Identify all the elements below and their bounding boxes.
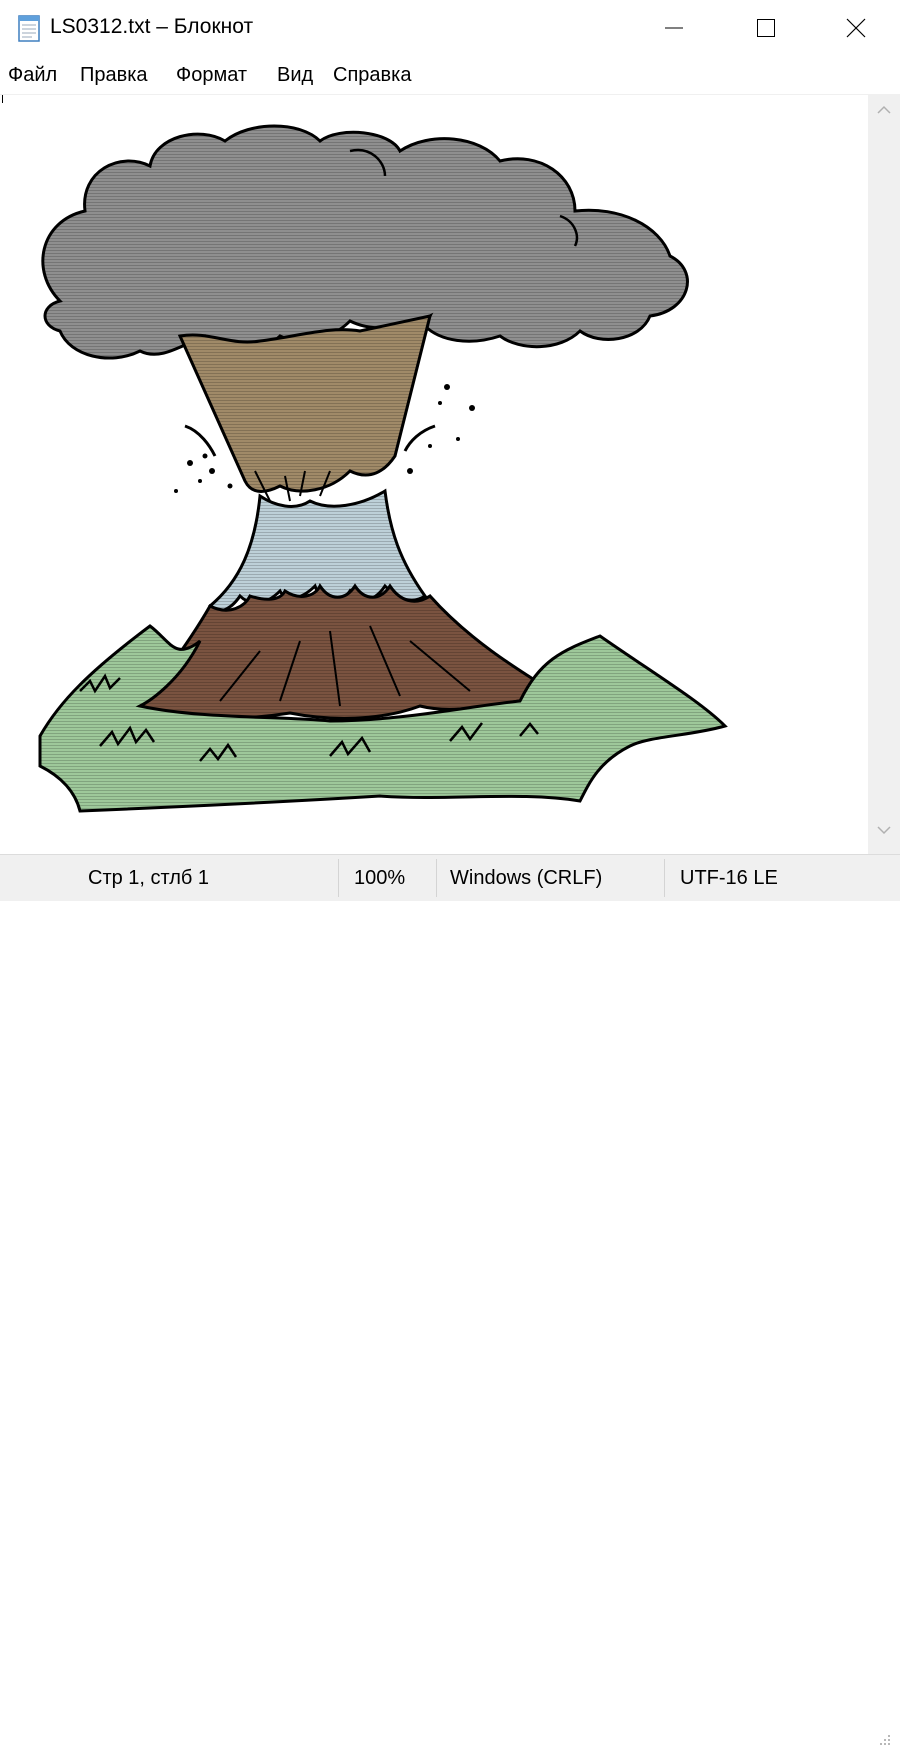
volcano-mountain: [137, 583, 565, 720]
scroll-down-icon[interactable]: [876, 824, 892, 836]
minimize-icon: [665, 27, 683, 29]
eruption-column: [177, 314, 433, 502]
window-title: LS0312.txt – Блокнот: [50, 15, 254, 38]
status-divider: [338, 859, 339, 897]
status-divider: [436, 859, 437, 897]
status-cursor-position: Стр 1, стлб 1: [88, 866, 210, 889]
status-line-endings: Windows (CRLF): [450, 866, 603, 889]
close-icon: [846, 18, 866, 38]
status-encoding: UTF-16 LE: [680, 866, 778, 889]
menu-bar: Файл Правка Формат Вид Справка: [0, 58, 900, 94]
minimize-button[interactable]: [628, 0, 720, 56]
menu-view[interactable]: Вид: [277, 64, 313, 87]
text-editor[interactable]: [0, 94, 868, 855]
close-button[interactable]: [810, 0, 900, 56]
menu-edit[interactable]: Правка: [80, 64, 148, 87]
maximize-button[interactable]: [720, 0, 812, 56]
title-bar[interactable]: LS0312.txt – Блокнот: [0, 0, 900, 56]
menu-format[interactable]: Формат: [176, 64, 247, 87]
menu-file[interactable]: Файл: [8, 64, 57, 87]
notepad-icon: [18, 15, 40, 42]
maximize-icon: [757, 19, 775, 37]
status-zoom: 100%: [354, 866, 406, 889]
status-bar: Стр 1, стлб 1 100% Windows (CRLF) UTF-16…: [0, 854, 900, 1745]
status-divider: [664, 859, 665, 897]
scroll-up-icon[interactable]: [876, 104, 892, 116]
smoke-cloud: [41, 124, 689, 360]
menu-help[interactable]: Справка: [333, 64, 411, 87]
volcano-art: [38, 124, 728, 813]
resize-grip-icon[interactable]: [874, 1729, 894, 1749]
vertical-scrollbar[interactable]: [868, 94, 900, 854]
text-caret: [2, 95, 3, 103]
